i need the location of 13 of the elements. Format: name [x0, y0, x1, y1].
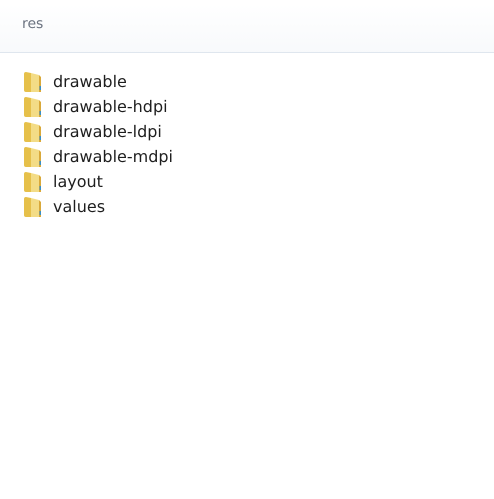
- folder-item[interactable]: values: [23, 194, 106, 219]
- folder-item[interactable]: layout: [23, 169, 103, 194]
- folder-icon: [23, 196, 43, 218]
- folder-icon: [23, 170, 43, 192]
- folder-title: res: [22, 16, 44, 32]
- folder-icon: [23, 96, 43, 118]
- folder-item[interactable]: drawable-ldpi: [23, 119, 162, 144]
- folder-icon: [23, 146, 43, 168]
- folder-item[interactable]: drawable: [23, 69, 127, 94]
- folder-item[interactable]: drawable-mdpi: [23, 144, 173, 169]
- folder-item[interactable]: drawable-hdpi: [23, 94, 168, 119]
- folder-icon: [23, 70, 43, 92]
- folder-icon: [23, 120, 43, 142]
